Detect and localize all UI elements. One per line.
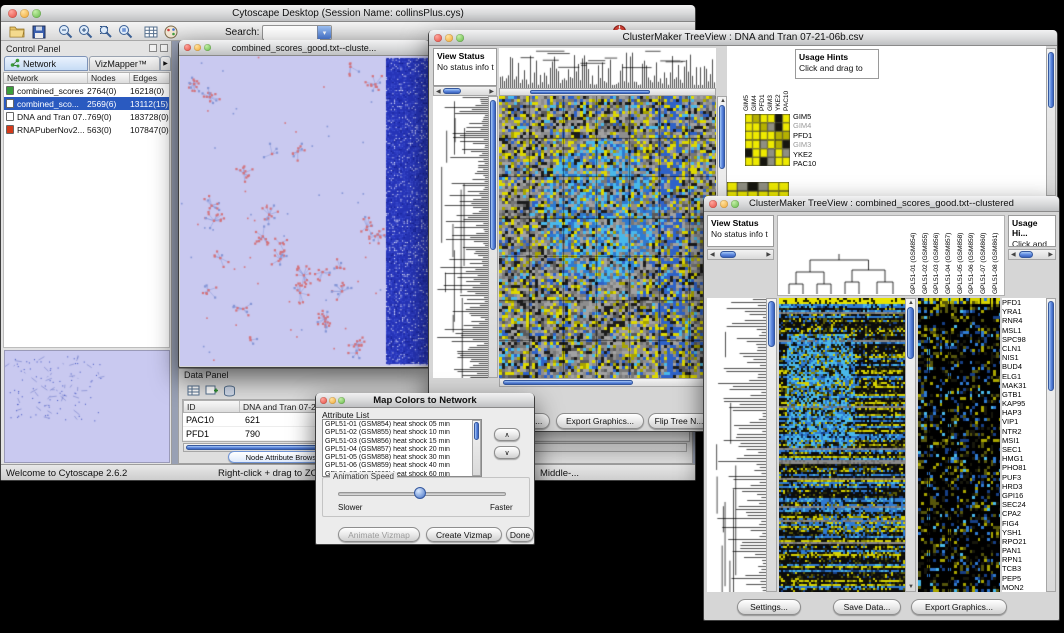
gene-label[interactable]: GTB1 (1002, 390, 1046, 399)
gene-label[interactable]: MON2 (1002, 583, 1046, 592)
gene-label[interactable]: YRA1 (1002, 307, 1046, 316)
scrollbar-thumb[interactable] (907, 307, 914, 359)
view-status-text: No status info t (708, 228, 773, 239)
gene-label[interactable]: MSI1 (1002, 436, 1046, 445)
desktop: Cytoscape Desktop (Session Name: collins… (0, 0, 1064, 633)
treeview-button-save-data-[interactable]: Save Data... (833, 599, 901, 615)
view-status-panel: View Status No status info t (707, 215, 774, 247)
gene-label[interactable]: GPI16 (1002, 491, 1046, 500)
gene-label[interactable]: RPO21 (1002, 537, 1046, 546)
gene-list-vscrollbar[interactable] (1046, 298, 1056, 592)
zoom-button[interactable] (731, 200, 739, 208)
gene-label[interactable]: NTR2 (1002, 427, 1046, 436)
column-dendrogram-canvas[interactable] (779, 250, 905, 294)
scrollbar-thumb[interactable] (720, 251, 736, 258)
gene-label-list: PFD1YRA1RNR4MSL1SPC98CLN1NIS1BUD4ELG1MAK… (1002, 298, 1046, 592)
gene-label[interactable]: MSL1 (1002, 326, 1046, 335)
column-label: GPL51-04 (GSM857) (945, 216, 957, 294)
gene-label[interactable]: MAK31 (1002, 381, 1046, 390)
usage-hints-text: Click and... (1009, 238, 1055, 247)
gene-label[interactable]: SPC98 (1002, 335, 1046, 344)
gene-label[interactable]: PEP5 (1002, 574, 1046, 583)
gene-label[interactable]: PAN1 (1002, 546, 1046, 555)
view-status-title: View Status (708, 216, 773, 228)
gene-label[interactable]: KAP95 (1002, 399, 1046, 408)
column-label: GPL51-03 (GSM856) (933, 216, 945, 294)
gene-label[interactable]: SEC1 (1002, 445, 1046, 454)
usage-hints-title: Usage Hi... (1009, 216, 1055, 238)
gene-label[interactable]: CPA2 (1002, 509, 1046, 518)
gene-label[interactable]: FIG4 (1002, 519, 1046, 528)
usage-hints-panel: Usage Hi... Click and... (1008, 215, 1056, 247)
gene-label[interactable]: YSH1 (1002, 528, 1046, 537)
hints-hscrollbar[interactable]: ◀▶ (1008, 249, 1056, 260)
scrollbar-thumb[interactable] (1048, 301, 1054, 391)
gene-label[interactable]: PFD1 (1002, 298, 1046, 307)
column-label: GPL51-05 (GSM858) (957, 216, 969, 294)
heatmap-vscrollbar[interactable]: ▲▼ (905, 298, 916, 592)
gene-label[interactable]: NIS1 (1002, 353, 1046, 362)
gene-label[interactable]: PHO81 (1002, 463, 1046, 472)
column-label: GPL51-06 (GSM859) (968, 216, 980, 294)
status-hscrollbar[interactable]: ◀▶ (707, 249, 774, 260)
gene-label[interactable]: CLN1 (1002, 344, 1046, 353)
column-label: GPL51-01 (GSM854) (910, 216, 922, 294)
gene-label[interactable]: RPN1 (1002, 555, 1046, 564)
gene-label[interactable]: HMG1 (1002, 454, 1046, 463)
minimize-button[interactable] (720, 200, 728, 208)
scrollbar-thumb[interactable] (768, 301, 775, 347)
column-label: GPL51-08 (GSM861) (992, 216, 1004, 294)
gene-label[interactable]: RNR4 (1002, 316, 1046, 325)
scrollbar-thumb[interactable] (1019, 251, 1033, 258)
gene-label[interactable]: PUF3 (1002, 473, 1046, 482)
heatmap-zoom-canvas[interactable] (918, 298, 1000, 592)
treeview-button-settings-[interactable]: Settings... (737, 599, 801, 615)
column-label: GPL51-07 (GSM860) (980, 216, 992, 294)
treeview-button-export-graphics-[interactable]: Export Graphics... (911, 599, 1007, 615)
gene-label[interactable]: HRD3 (1002, 482, 1046, 491)
heatmap-global-canvas[interactable] (779, 298, 905, 592)
row-dendrogram-canvas[interactable] (707, 298, 766, 592)
gene-label[interactable]: HAP3 (1002, 408, 1046, 417)
gene-label[interactable]: BUD4 (1002, 362, 1046, 371)
close-button[interactable] (709, 200, 717, 208)
gene-label[interactable]: VIP1 (1002, 417, 1046, 426)
gene-label[interactable]: SEC24 (1002, 500, 1046, 509)
treeview-combined-titlebar[interactable]: ClusterMaker TreeView : combined_scores_… (704, 196, 1059, 212)
row-dendrogram-vscrollbar[interactable] (766, 298, 777, 592)
treeview-combined-title: ClusterMaker TreeView : combined_scores_… (749, 198, 1014, 209)
gene-label[interactable]: TCB3 (1002, 564, 1046, 573)
gene-label[interactable]: ELG1 (1002, 372, 1046, 381)
column-labels: GPL51-01 (GSM854)GPL51-02 (GSM855)GPL51-… (910, 216, 1004, 294)
column-label: GPL51-02 (GSM855) (922, 216, 934, 294)
